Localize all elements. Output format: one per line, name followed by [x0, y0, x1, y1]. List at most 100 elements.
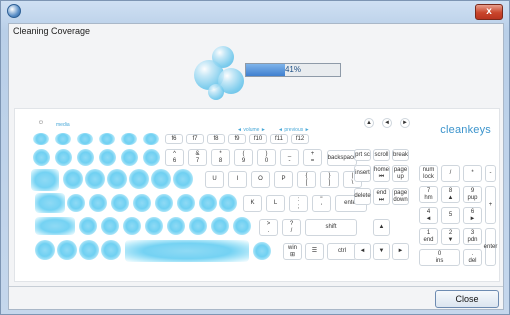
key-nav-bot[interactable]: end ⏭: [373, 188, 390, 205]
key-num-9[interactable]: 9 pup: [463, 186, 482, 203]
key-top-label: 6: [470, 208, 475, 215]
key-bottom-label: 0: [264, 157, 269, 164]
key-bottom-label: down: [393, 196, 408, 203]
key-k[interactable]: K: [243, 195, 262, 212]
key-row2[interactable]: ^ 6: [165, 149, 184, 166]
key-semicolon[interactable]: :;: [289, 195, 308, 212]
cleaned-key-spot: [121, 149, 138, 166]
key-num-plus[interactable]: +: [485, 186, 496, 224]
key-num-enter[interactable]: enter: [484, 228, 497, 266]
power-icon: ⏻: [39, 120, 43, 126]
key-row2[interactable]: + =: [303, 149, 322, 166]
key-nav-bot[interactable]: page down: [392, 188, 409, 205]
key-num-5[interactable]: 5: [441, 207, 460, 224]
key-row2[interactable]: (9: [234, 149, 253, 166]
cleaned-key-spot: [125, 240, 249, 262]
cleaned-key-spot: [121, 133, 137, 145]
key-i[interactable]: I: [228, 171, 247, 188]
key-p[interactable]: P: [274, 171, 293, 188]
key-slash[interactable]: ? /: [282, 219, 301, 236]
key-top-label: win: [287, 244, 297, 251]
key-num-divide[interactable]: /: [441, 165, 460, 182]
key-num-0[interactable]: 0 ins: [419, 249, 460, 266]
key-top-label: 1: [426, 229, 431, 236]
key-bottom-label: 8: [218, 157, 223, 164]
key-f11[interactable]: f11: [270, 134, 288, 144]
key-arrow-up[interactable]: ▲: [373, 219, 390, 236]
key-bottom-label: del: [468, 257, 477, 264]
key-windows[interactable]: win ⊞: [283, 243, 302, 260]
key-num-1[interactable]: 1 end: [419, 228, 438, 245]
media-button[interactable]: ►: [400, 118, 410, 128]
key-nav-mid[interactable]: page up: [392, 165, 409, 182]
key-f10[interactable]: f10: [249, 134, 267, 144]
window-close-button[interactable]: x: [475, 4, 503, 20]
key-nav-bot[interactable]: delete: [354, 188, 371, 205]
key-row2[interactable]: ) 0: [257, 149, 276, 166]
key-num-multiply[interactable]: *: [463, 165, 482, 182]
key-num-2[interactable]: 2 ▼: [441, 228, 460, 245]
key-num-8[interactable]: 8 ▲: [441, 186, 460, 203]
cleaned-key-spot: [151, 169, 171, 189]
key-num-3[interactable]: 3 pdn: [463, 228, 482, 245]
cleaned-key-spot: [33, 149, 50, 166]
key-bottom-label: 9: [241, 157, 246, 164]
key-f9[interactable]: f9: [228, 134, 246, 144]
key-num-6[interactable]: 6 ►: [463, 207, 482, 224]
key-f7[interactable]: f7: [186, 134, 204, 144]
cleaned-key-spot: [79, 240, 99, 260]
previous-label: ◄ previous ►: [278, 127, 310, 133]
key-nav-top[interactable]: scroll: [373, 149, 390, 161]
key-top-label: +: [310, 150, 315, 157]
key-bottom-label: ]: [328, 179, 331, 186]
key-bracket[interactable]: }]: [320, 171, 339, 188]
cleaned-key-spot: [99, 149, 116, 166]
key-arrow-right[interactable]: ►: [392, 243, 409, 260]
key-nav-top[interactable]: break: [392, 149, 409, 161]
key-nav-mid[interactable]: insert: [354, 165, 371, 182]
key-nav-mid[interactable]: home ⏮: [373, 165, 390, 182]
key-bottom-label: ;: [297, 203, 300, 210]
key-num-4[interactable]: 4 ◄: [419, 207, 438, 224]
key-o[interactable]: O: [251, 171, 270, 188]
key-row2[interactable]: & 7: [188, 149, 207, 166]
key-numlock[interactable]: num lock: [419, 165, 438, 182]
key-quote[interactable]: " ': [312, 195, 331, 212]
key-arrow-down[interactable]: ▼: [373, 243, 390, 260]
key-shift[interactable]: shift: [305, 219, 357, 236]
cleaned-key-spot: [111, 194, 129, 212]
cleaned-key-spot: [145, 217, 163, 235]
media-button[interactable]: ◄: [382, 118, 392, 128]
key-bottom-label: pup: [467, 194, 478, 201]
key-arrow-left[interactable]: ◄: [354, 243, 371, 260]
key-num-dot[interactable]: . del: [463, 249, 482, 266]
cleaned-key-spot: [143, 133, 159, 145]
key-l[interactable]: L: [266, 195, 285, 212]
close-button[interactable]: Close: [435, 290, 499, 308]
key-u[interactable]: U: [205, 171, 224, 188]
key-f6[interactable]: f6: [165, 134, 183, 144]
cleaned-key-spot: [133, 194, 151, 212]
key-f12[interactable]: f12: [291, 134, 309, 144]
key-ctrl[interactable]: ctrl: [327, 243, 357, 260]
key-period[interactable]: >.: [259, 219, 278, 236]
key-f8[interactable]: f8: [207, 134, 225, 144]
key-row2[interactable]: * 8: [211, 149, 230, 166]
key-num-minus[interactable]: -: [485, 165, 496, 182]
media-button[interactable]: ▲: [364, 118, 374, 128]
cleaned-key-spot: [189, 217, 207, 235]
key-backspace[interactable]: backspace: [327, 150, 357, 166]
cleaned-key-spot: [55, 133, 71, 145]
cleaned-key-spot: [89, 194, 107, 212]
key-bottom-label: ⏮: [378, 173, 385, 180]
key-bottom-label: pdn: [467, 236, 478, 243]
key-menu[interactable]: ☰: [305, 243, 324, 260]
key-bracket[interactable]: {[: [297, 171, 316, 188]
key-num-7[interactable]: 7 hm: [419, 186, 438, 203]
key-top-label: num: [422, 166, 435, 173]
key-top-label: 3: [470, 229, 475, 236]
key-nav-top[interactable]: prt sc: [354, 149, 371, 161]
keyboard-panel: cleankeys media ◄ volume ► ◄ previous ► …: [14, 108, 500, 282]
key-row2[interactable]: _ -: [280, 149, 299, 166]
key-top-label: page: [393, 189, 408, 196]
